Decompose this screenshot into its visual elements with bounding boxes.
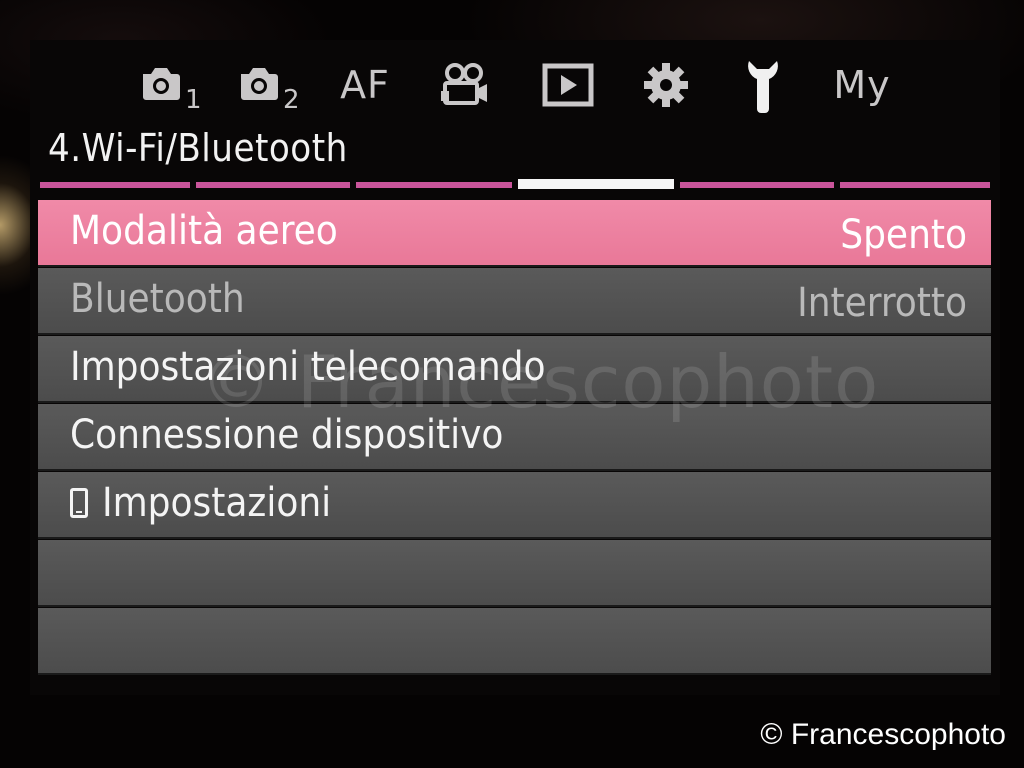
tab-setup[interactable]	[738, 55, 788, 115]
watermark-corner: © Francescophoto	[760, 718, 1006, 751]
af-tab-label: AF	[340, 63, 390, 107]
menu-item-empty	[38, 608, 991, 675]
section-title: 4.Wi-Fi/Bluetooth	[48, 126, 348, 170]
gear-icon	[644, 63, 688, 107]
page-bar-5	[680, 182, 834, 188]
page-bar-3	[356, 182, 512, 188]
menu-item-airplane-mode[interactable]: Modalità aereo Spento	[38, 200, 991, 267]
svg-text:1: 1	[185, 85, 202, 110]
camera-1-icon: 1	[143, 68, 202, 110]
video-camera-icon	[441, 63, 487, 105]
menu-item-bluetooth[interactable]: Bluetooth Interrotto	[38, 268, 991, 335]
tab-video[interactable]	[434, 55, 498, 115]
menu-item-value: Spento	[840, 212, 967, 258]
page-bar-1	[40, 182, 190, 188]
menu-item-remote-settings[interactable]: Impostazioni telecomando	[38, 336, 991, 403]
menu-item-label: Connessione dispositivo	[70, 412, 504, 458]
wrench-icon	[748, 61, 778, 113]
tab-my-menu[interactable]: My	[830, 55, 894, 115]
settings-menu: Modalità aereo Spento Bluetooth Interrot…	[38, 200, 991, 678]
menu-item-label: Bluetooth	[70, 276, 245, 322]
playback-icon	[542, 63, 594, 107]
tab-shooting-2[interactable]: 2	[234, 55, 304, 115]
menu-item-label: Impostazioni telecomando	[70, 344, 546, 390]
tab-playback[interactable]	[536, 55, 600, 115]
my-menu-tab-label: My	[833, 63, 891, 107]
menu-item-smartphone-settings[interactable]: Impostazioni	[38, 472, 991, 539]
camera-2-icon: 2	[241, 68, 300, 110]
tab-shooting-1[interactable]: 1	[136, 55, 206, 115]
page-bar-2	[196, 182, 350, 188]
menu-item-label: Modalità aereo	[70, 208, 338, 254]
menu-tabs: 1 2 AF My	[100, 55, 920, 115]
menu-item-label: Impostazioni	[102, 480, 332, 526]
menu-item-value: Interrotto	[797, 280, 967, 326]
svg-text:2: 2	[283, 85, 300, 110]
menu-item-device-connection[interactable]: Connessione dispositivo	[38, 404, 991, 471]
tab-custom[interactable]	[636, 55, 696, 115]
tab-af[interactable]: AF	[334, 55, 396, 115]
page-bar-6	[840, 182, 990, 188]
smartphone-icon	[70, 488, 88, 518]
menu-item-empty	[38, 540, 991, 607]
page-bar-4-current	[518, 179, 674, 189]
